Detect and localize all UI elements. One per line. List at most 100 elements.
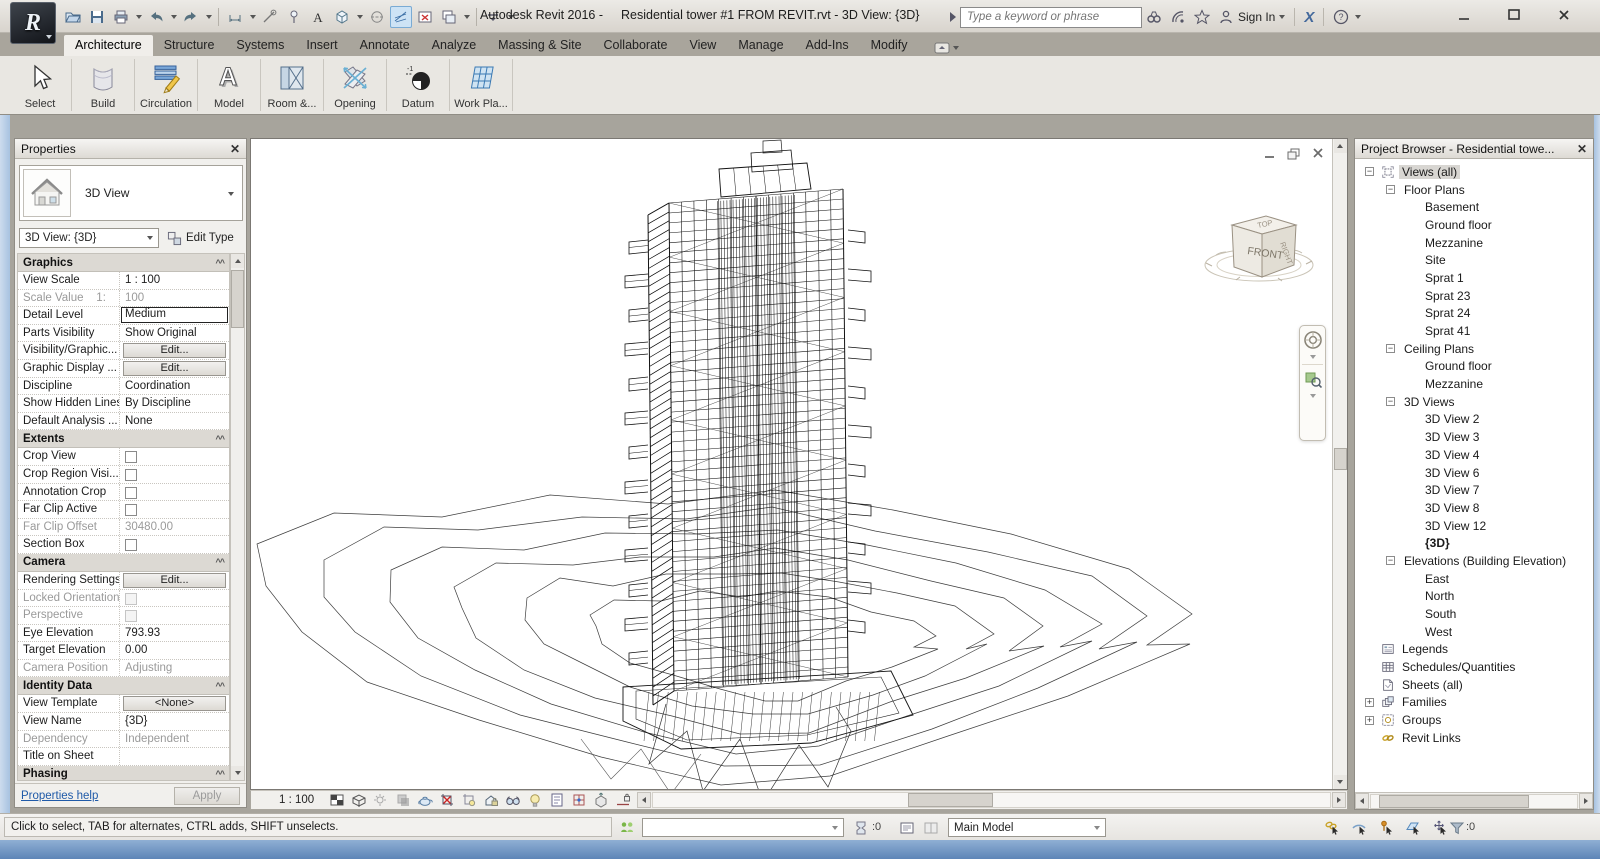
view-cube[interactable]: FRONT TOP RIGHT [1196,201,1326,306]
section-collapse-icon[interactable]: ^^ [215,434,224,444]
browser-hscroll-right-icon[interactable] [1579,793,1593,809]
maximize-button[interactable] [1496,3,1532,26]
subscription-center-icon[interactable] [1166,6,1190,28]
displacement-icon[interactable] [592,792,609,808]
search-input[interactable] [960,6,1142,28]
section-collapse-icon[interactable]: ^^ [215,258,224,268]
section-header-identity-data[interactable]: Identity Data ^^ [18,677,229,696]
collapse-icon[interactable]: − [1386,397,1395,407]
hscroll-right-icon[interactable] [1332,792,1346,808]
tree-item-revit-links[interactable]: Revit Links [1355,729,1593,747]
default-3d-view-icon[interactable] [331,6,353,28]
property-row-annotation-crop[interactable]: Annotation Crop [18,483,229,502]
ribbon-button-datum[interactable]: -1 Datum [388,56,448,114]
viewport-horizontal-scrollbar[interactable] [652,792,1331,808]
checkbox-crop-region-visi[interactable] [125,468,137,481]
property-value[interactable] [120,484,229,501]
properties-header[interactable]: Properties ✕ [15,139,246,159]
reveal-constraints-icon[interactable] [614,792,631,808]
workset-selector[interactable] [642,818,844,837]
project-browser-close-icon[interactable]: ✕ [1577,142,1587,156]
reveal-hidden-icon[interactable] [526,792,543,808]
edit-type-button[interactable]: Edit Type [167,231,234,246]
viewport-scroll-up-icon[interactable] [1333,139,1347,153]
view-restore-icon[interactable] [1286,147,1301,160]
section-collapse-icon[interactable]: ^^ [215,557,224,567]
view-minimize-icon[interactable] [1262,147,1277,160]
property-value[interactable]: {3D} [120,713,229,730]
property-value[interactable]: 30480.00 [120,519,229,536]
section-header-graphics[interactable]: Graphics ^^ [18,254,229,272]
visual-style-icon[interactable] [350,792,367,808]
thin-lines-icon[interactable] [390,5,412,28]
viewport-hscroll-thumb[interactable] [908,793,994,807]
property-value[interactable]: By Discipline [120,395,229,412]
switch-windows-icon[interactable] [438,6,460,28]
redo-icon-caret[interactable] [204,6,213,28]
steering-wheel-icon[interactable] [1301,328,1324,352]
temp-view-props-icon[interactable] [548,792,565,808]
property-value[interactable]: 793.93 [120,625,229,642]
scroll-up-icon[interactable] [231,254,244,268]
print-icon[interactable] [110,6,132,28]
redo-icon[interactable] [180,6,202,28]
property-row-default-analysis[interactable]: Default Analysis ... None [18,412,229,431]
property-row-target-elevation[interactable]: Target Elevation 0.00 [18,642,229,660]
favorites-icon[interactable] [1190,6,1214,28]
tree-item-mezzanine[interactable]: Mezzanine [1355,375,1593,393]
tree-item-3d-view-3[interactable]: 3D View 3 [1355,428,1593,446]
expand-icon[interactable]: + [1365,715,1374,725]
scale-button[interactable]: 1 : 100 [279,794,314,806]
collapse-icon[interactable]: − [1386,344,1395,354]
tab-insert[interactable]: Insert [295,35,348,56]
value-button-rendering-settings[interactable]: Edit... [123,572,226,588]
tree-item-basement[interactable]: Basement [1355,198,1593,216]
zoom-tool-icon[interactable] [1301,367,1324,391]
tab-structure[interactable]: Structure [153,35,226,56]
expand-icon[interactable]: + [1365,697,1374,707]
section-header-extents[interactable]: Extents ^^ [18,430,229,449]
viewport-vertical-scrollbar[interactable] [1332,139,1347,789]
tree-item-3d-view-7[interactable]: 3D View 7 [1355,481,1593,499]
property-row-visibility-graphic[interactable]: Visibility/Graphic... Edit... [18,342,229,360]
property-value[interactable]: Medium [120,307,229,324]
property-value[interactable]: Coordination [120,378,229,395]
ribbon-display-toggle[interactable] [928,40,965,56]
sun-path-icon[interactable] [372,792,389,808]
hscroll-left-icon[interactable] [637,792,652,808]
tree-item-views-all[interactable]: − Views (all) [1355,163,1593,181]
filter-icon[interactable] [1448,819,1466,836]
property-value[interactable] [120,607,229,624]
exchange-apps-icon[interactable]: X [1300,9,1318,26]
property-value[interactable]: Independent [120,731,229,748]
property-row-show-hidden-lines[interactable]: Show Hidden Lines By Discipline [18,395,229,413]
tab-massing-site[interactable]: Massing & Site [487,35,592,56]
wireframe-3d-model[interactable] [251,139,1347,803]
property-row-view-name[interactable]: View Name {3D} [18,713,229,731]
ribbon-button-build[interactable]: Build [73,56,133,114]
close-hidden-windows-icon[interactable] [414,6,436,28]
property-value[interactable]: 1 : 100 [120,272,229,289]
tab-analyze[interactable]: Analyze [421,35,487,56]
property-row-title-on-sheet[interactable]: Title on Sheet [18,748,229,766]
scroll-down-icon[interactable] [231,766,244,780]
value-button-graphic-display[interactable]: Edit... [123,360,226,376]
tab-systems[interactable]: Systems [225,35,295,56]
apply-button[interactable]: Apply [174,786,240,805]
zoom-caret-icon[interactable] [1301,391,1324,401]
tab-manage[interactable]: Manage [727,35,794,56]
crop-view-icon[interactable] [438,792,455,808]
property-row-scale-value-1[interactable]: Scale Value 1: 100 [18,289,229,308]
tree-item-3d-views[interactable]: −3D Views [1355,393,1593,411]
tree-item-north[interactable]: North [1355,588,1593,606]
undo-icon[interactable] [145,6,167,28]
tree-item-3d[interactable]: {3D} [1355,534,1593,552]
ribbon-button-work-pla[interactable]: Work Pla... [451,56,511,114]
tree-item-sprat-24[interactable]: Sprat 24 [1355,305,1593,323]
select-by-face-icon[interactable] [1403,818,1423,837]
properties-scrollbar[interactable] [230,253,245,781]
property-row-section-box[interactable]: Section Box [18,536,229,554]
property-row-perspective[interactable]: Perspective [18,607,229,625]
property-row-crop-view[interactable]: Crop View [18,448,229,466]
tree-item-floor-plans[interactable]: − Floor Plans [1355,181,1593,199]
